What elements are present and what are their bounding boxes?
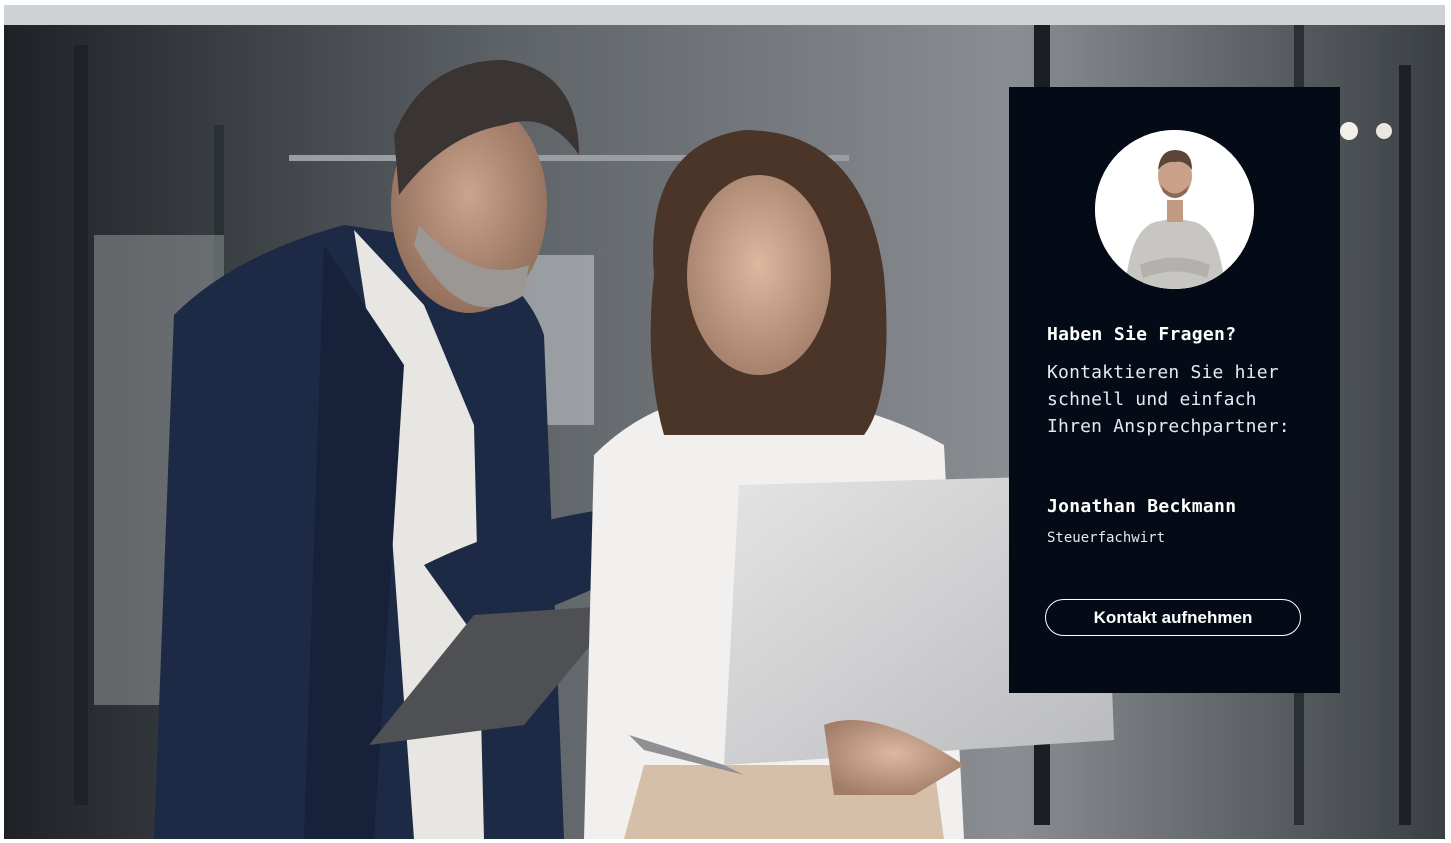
- contact-person-role: Steuerfachwirt: [1047, 530, 1166, 546]
- contact-photo: [1095, 130, 1254, 289]
- contact-button[interactable]: Kontakt aufnehmen: [1045, 599, 1301, 636]
- card-title: Haben Sie Fragen?: [1047, 324, 1237, 345]
- person-avatar-icon: [1095, 130, 1254, 289]
- contact-card: Haben Sie Fragen? Kontaktieren Sie hier …: [1009, 87, 1340, 693]
- contact-person-name: Jonathan Beckmann: [1047, 496, 1237, 517]
- card-description: Kontaktieren Sie hier schnell und einfac…: [1047, 362, 1290, 437]
